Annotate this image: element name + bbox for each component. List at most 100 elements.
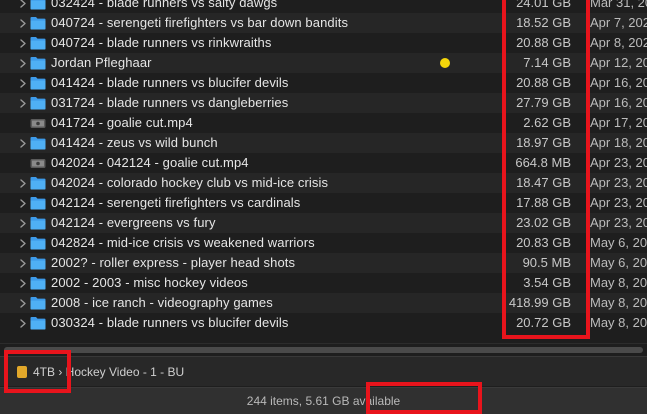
file-size: 20.88 GB <box>516 35 571 50</box>
file-row[interactable]: 042124 - serengeti firefighters vs cardi… <box>0 193 647 213</box>
horizontal-scrollbar[interactable] <box>0 343 647 355</box>
file-row[interactable]: 2002? - roller express - player head sho… <box>0 253 647 273</box>
file-date: May 6, 202 <box>590 235 647 250</box>
folder-icon <box>30 296 46 310</box>
file-name: 042824 - mid-ice crisis vs weakened warr… <box>51 235 315 250</box>
file-date: May 8, 202 <box>590 275 647 290</box>
file-date: Apr 23, 202 <box>590 215 647 230</box>
file-name: 041724 - goalie cut.mp4 <box>51 115 193 130</box>
file-row[interactable]: 042024 - 042124 - goalie cut.mp4 664.8 MB… <box>0 153 647 173</box>
file-row[interactable]: 2002 - 2003 - misc hockey videos 3.54 GB M… <box>0 273 647 293</box>
file-date: Apr 23, 202 <box>590 175 647 190</box>
file-name: 032424 - blade runners vs salty dawgs <box>51 0 278 10</box>
folder-icon <box>30 256 46 270</box>
file-size: 27.79 GB <box>516 95 571 110</box>
file-date: May 8, 202 <box>590 315 647 330</box>
status-bar: 244 items, 5.61 GB available <box>0 387 647 414</box>
file-date: Apr 16, 202 <box>590 95 647 110</box>
file-row[interactable]: 2008 - ice ranch - videography games 418.… <box>0 293 647 313</box>
file-date: Apr 8, 2024 <box>590 35 647 50</box>
file-name: 040724 - serengeti firefighters vs bar d… <box>51 15 349 30</box>
disclosure-chevron-icon[interactable] <box>19 73 27 93</box>
disclosure-chevron-icon[interactable] <box>19 193 27 213</box>
file-date: Apr 17, 202 <box>590 115 647 130</box>
file-date: May 8, 202 <box>590 295 647 310</box>
folder-icon <box>30 136 46 150</box>
disclosure-chevron-icon[interactable] <box>19 53 27 73</box>
file-date: Apr 12, 202 <box>590 55 647 70</box>
file-row[interactable]: 031724 - blade runners vs dangleberries 2… <box>0 93 647 113</box>
file-name: 040724 - blade runners vs rinkwraiths <box>51 35 272 50</box>
folder-icon <box>30 16 46 30</box>
file-name: 2002? - roller express - player head sho… <box>51 255 296 270</box>
file-row[interactable]: 041424 - blade runners vs blucifer devil… <box>0 73 647 93</box>
folder-icon <box>30 236 46 250</box>
file-date: Apr 23, 202 <box>590 155 647 170</box>
file-size: 90.5 MB <box>522 255 571 270</box>
status-text: 244 items, 5.61 GB available <box>246 394 401 408</box>
file-row[interactable]: 030324 - blade runners vs blucifer devil… <box>0 313 647 333</box>
disclosure-chevron-icon[interactable] <box>19 253 27 273</box>
file-row[interactable]: 041424 - zeus vs wild bunch 18.97 GB Apr 1… <box>0 133 647 153</box>
file-date: Mar 31, 202 <box>590 0 647 10</box>
folder-icon <box>30 176 46 190</box>
file-size: 18.47 GB <box>516 175 571 190</box>
file-date: Apr 23, 202 <box>590 195 647 210</box>
folder-icon <box>30 36 46 50</box>
disclosure-chevron-icon[interactable] <box>19 173 27 193</box>
folder-icon <box>30 316 46 330</box>
disclosure-chevron-icon[interactable] <box>19 313 27 333</box>
file-size: 664.8 MB <box>515 155 571 170</box>
file-size: 418.99 GB <box>508 295 571 310</box>
file-list: 032424 - blade runners vs salty dawgs 24.… <box>0 0 647 342</box>
scrollbar-thumb[interactable] <box>4 347 643 353</box>
folder-icon <box>30 276 46 290</box>
folder-icon <box>30 196 46 210</box>
file-row[interactable]: Jordan Pfleghaar 7.14 GB Apr 12, 202 <box>0 53 647 73</box>
folder-icon <box>30 216 46 230</box>
file-date: Apr 7, 2024 <box>590 15 647 30</box>
file-size: 7.14 GB <box>523 55 571 70</box>
yellow-tag-icon <box>440 58 450 68</box>
file-name: 031724 - blade runners vs dangleberries <box>51 95 289 110</box>
file-size: 20.72 GB <box>516 315 571 330</box>
file-date: Apr 18, 202 <box>590 135 647 150</box>
file-name: 042024 - 042124 - goalie cut.mp4 <box>51 155 249 170</box>
file-size: 3.54 GB <box>523 275 571 290</box>
file-row[interactable]: 042824 - mid-ice crisis vs weakened warr… <box>0 233 647 253</box>
path-text[interactable]: 4TB › Hockey Video - 1 - BU <box>33 365 184 379</box>
file-size: 18.52 GB <box>516 15 571 30</box>
disclosure-chevron-icon[interactable] <box>19 133 27 153</box>
file-row[interactable]: 041724 - goalie cut.mp4 2.62 GB Apr 17, 20… <box>0 113 647 133</box>
file-row[interactable]: 032424 - blade runners vs salty dawgs 24.… <box>0 0 647 13</box>
folder-icon <box>30 96 46 110</box>
disclosure-chevron-icon[interactable] <box>19 273 27 293</box>
file-name: 041424 - blade runners vs blucifer devil… <box>51 75 289 90</box>
disclosure-chevron-icon[interactable] <box>19 33 27 53</box>
file-date: Apr 16, 202 <box>590 75 647 90</box>
disclosure-chevron-icon[interactable] <box>19 293 27 313</box>
file-name: 2002 - 2003 - misc hockey videos <box>51 275 248 290</box>
file-row[interactable]: 042024 - colorado hockey club vs mid-ice… <box>0 173 647 193</box>
disclosure-chevron-icon[interactable] <box>19 93 27 113</box>
file-name: 041424 - zeus vs wild bunch <box>51 135 218 150</box>
file-size: 2.62 GB <box>523 115 571 130</box>
disclosure-chevron-icon[interactable] <box>19 233 27 253</box>
folder-icon <box>30 76 46 90</box>
path-bar: 4TB › Hockey Video - 1 - BU <box>0 356 647 386</box>
file-row[interactable]: 040724 - blade runners vs rinkwraiths 20.… <box>0 33 647 53</box>
folder-icon <box>30 56 46 70</box>
file-name: 030324 - blade runners vs blucifer devil… <box>51 315 289 330</box>
file-name: 042024 - colorado hockey club vs mid-ice… <box>51 175 329 190</box>
disclosure-chevron-icon[interactable] <box>19 13 27 33</box>
file-name: 042124 - evergreens vs fury <box>51 215 216 230</box>
file-size: 20.88 GB <box>516 75 571 90</box>
file-row[interactable]: 042124 - evergreens vs fury 23.02 GB Apr 2… <box>0 213 647 233</box>
file-size: 20.83 GB <box>516 235 571 250</box>
file-size: 18.97 GB <box>516 135 571 150</box>
file-size: 24.01 GB <box>516 0 571 10</box>
disclosure-chevron-icon[interactable] <box>19 213 27 233</box>
disclosure-chevron-icon[interactable] <box>19 0 27 13</box>
file-size: 23.02 GB <box>516 215 571 230</box>
file-row[interactable]: 040724 - serengeti firefighters vs bar d… <box>0 13 647 33</box>
